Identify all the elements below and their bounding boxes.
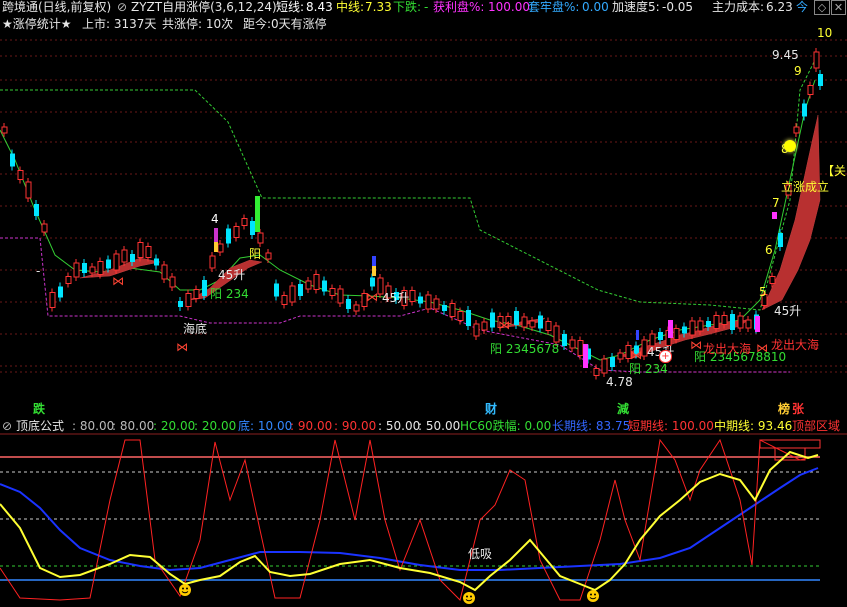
short-line [0, 438, 819, 601]
indicator-chart[interactable] [0, 0, 847, 607]
smiley-icon [179, 584, 191, 596]
dixi-label: 低吸 [468, 547, 493, 561]
smiley-icon [587, 590, 599, 602]
smiley-icon [463, 592, 475, 604]
mid-line [0, 450, 819, 592]
stock-chart-window: { "header": { "stock_name": "跨境通(日线,前复权)… [0, 0, 847, 607]
